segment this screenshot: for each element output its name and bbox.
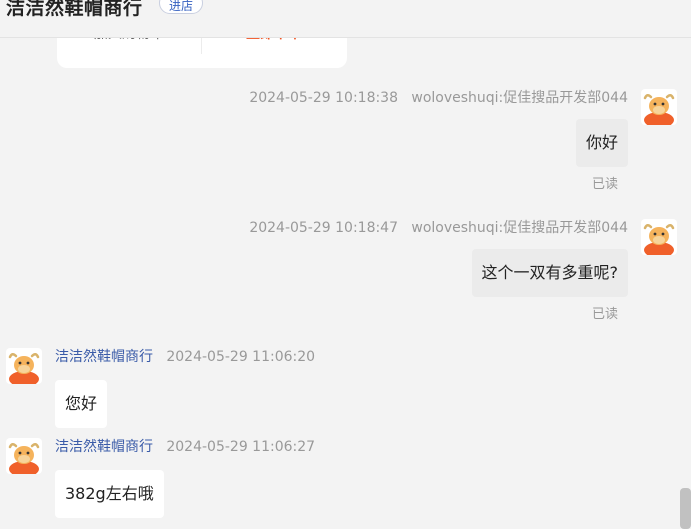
sender-name[interactable]: 洁洁然鞋帽商行 — [55, 349, 153, 365]
message-bubble[interactable]: 这个一双有多重呢? — [471, 249, 628, 297]
avatar[interactable] — [641, 219, 677, 255]
message-bubble[interactable]: 你好 — [575, 119, 628, 167]
sender-name[interactable]: 洁洁然鞋帽商行 — [55, 439, 153, 455]
read-status: 已读 — [591, 307, 618, 322]
enter-shop-button[interactable]: 进店 — [159, 0, 203, 14]
message-bubble[interactable]: 382g左右哦 — [55, 470, 164, 518]
message-timestamp: 2024-05-29 10:18:38 — [249, 90, 399, 106]
cow-mascot-avatar-icon — [643, 224, 675, 255]
message-meta: 2024-05-29 10:18:47 woloveshuqi:促佳搜品开发部0… — [249, 219, 628, 237]
message-timestamp: 2024-05-29 10:18:47 — [249, 220, 399, 236]
cow-mascot-avatar-icon — [8, 353, 40, 384]
avatar[interactable] — [641, 89, 677, 125]
sender-name: woloveshuqi:促佳搜品开发部044 — [411, 90, 628, 106]
read-status: 已读 — [591, 177, 618, 192]
message-timestamp: 2024-05-29 11:06:20 — [166, 349, 316, 365]
message-meta: 2024-05-29 10:18:38 woloveshuqi:促佳搜品开发部0… — [249, 89, 628, 107]
message-bubble[interactable]: 您好 — [55, 380, 108, 428]
sender-name: woloveshuqi:促佳搜品开发部044 — [411, 220, 628, 236]
avatar[interactable] — [6, 348, 42, 384]
cow-mascot-avatar-icon — [643, 94, 675, 125]
message-meta: 洁洁然鞋帽商行 2024-05-29 11:06:20 — [55, 348, 315, 366]
cow-mascot-avatar-icon — [8, 443, 40, 474]
message-meta: 洁洁然鞋帽商行 2024-05-29 11:06:27 — [55, 438, 315, 456]
scrollbar-thumb[interactable] — [680, 488, 691, 529]
avatar[interactable] — [6, 438, 42, 474]
shop-name: 洁洁然鞋帽商行 — [6, 0, 143, 19]
message-timestamp: 2024-05-29 11:06:27 — [166, 439, 316, 455]
chat-header: 洁洁然鞋帽商行 进店 — [0, 0, 691, 38]
